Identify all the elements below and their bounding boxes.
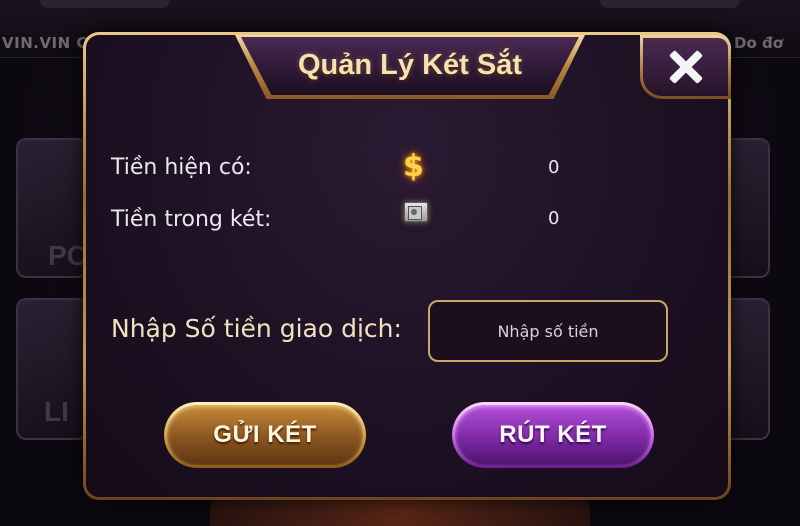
- lobby-game-card-label: PO: [48, 240, 88, 271]
- dialog-body: Quản Lý Két Sắt Tiền hiện có: $ 0 Tiền t…: [86, 35, 731, 497]
- balance-label: Tiền hiện có:: [111, 155, 252, 180]
- lobby-bottom-banner: [210, 500, 590, 526]
- safe-balance-value: 0: [548, 208, 560, 229]
- safe-manager-dialog: Quản Lý Két Sắt Tiền hiện có: $ 0 Tiền t…: [83, 32, 731, 500]
- lobby-game-card-label: LI: [44, 396, 69, 427]
- deposit-button[interactable]: GỬI KÉT: [164, 402, 366, 468]
- withdraw-button[interactable]: RÚT KÉT: [452, 402, 654, 468]
- deposit-button-label[interactable]: GỬI KÉT: [167, 405, 363, 465]
- lobby-marquee-left: VIN.VIN C: [2, 34, 88, 52]
- amount-label: Nhập Số tiền giao dịch:: [111, 314, 402, 343]
- dialog-title: Quản Lý Két Sắt: [298, 49, 522, 81]
- close-icon[interactable]: [666, 47, 706, 87]
- safe-balance-label: Tiền trong két:: [111, 207, 272, 232]
- close-button-face[interactable]: [643, 38, 728, 96]
- balance-value: 0: [548, 157, 560, 178]
- lobby-top-tab: [600, 0, 740, 8]
- close-button[interactable]: [640, 35, 731, 99]
- dollar-icon: $: [403, 149, 424, 184]
- lobby-marquee-right: Do đơ: [734, 34, 784, 52]
- amount-input[interactable]: [428, 300, 668, 362]
- safe-icon: [404, 202, 428, 222]
- lobby-top-tab: [40, 0, 170, 8]
- lobby-game-card[interactable]: LI: [16, 298, 88, 440]
- lobby-game-card[interactable]: PO: [16, 138, 88, 278]
- withdraw-button-label[interactable]: RÚT KÉT: [455, 405, 651, 465]
